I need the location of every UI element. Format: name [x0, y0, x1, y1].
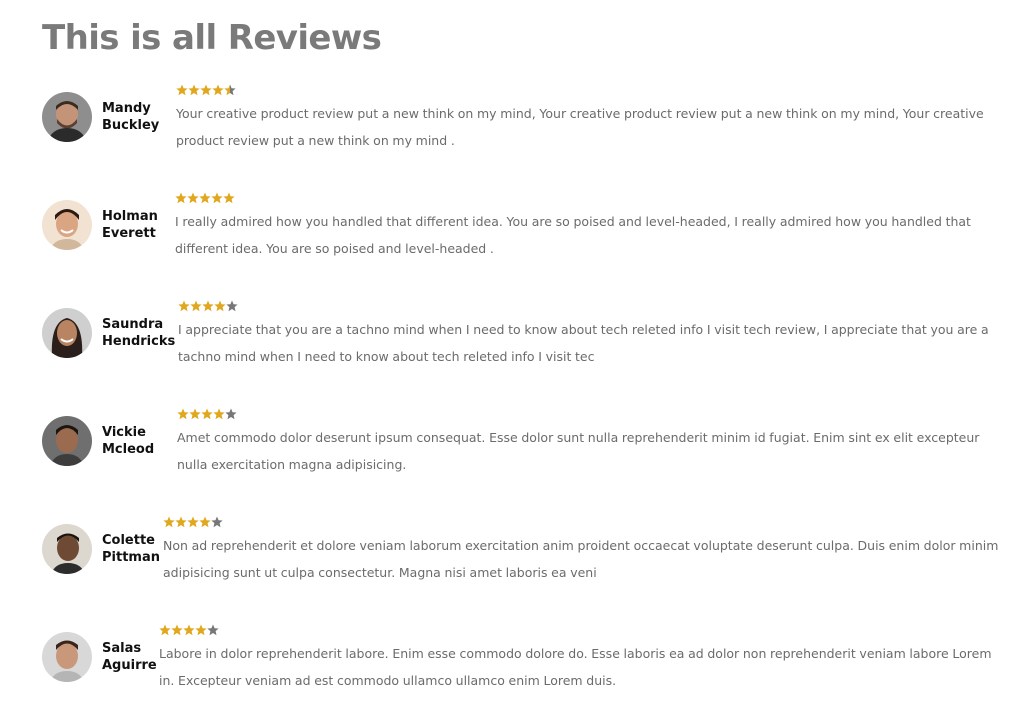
- review-text: Amet commodo dolor deserunt ipsum conseq…: [177, 430, 980, 472]
- star-rating: [175, 192, 235, 204]
- star-filled-icon: [183, 624, 195, 636]
- star-filled-icon: [176, 84, 188, 96]
- star-filled-icon: [187, 192, 199, 204]
- reviewer-name: Holman Everett: [102, 209, 158, 241]
- avatar: [42, 416, 92, 466]
- star-empty-icon: [225, 408, 237, 420]
- star-filled-icon: [212, 84, 224, 96]
- star-filled-icon: [201, 408, 213, 420]
- reviewer-name: Saundra Hendricks: [102, 317, 176, 349]
- star-filled-icon: [175, 516, 187, 528]
- star-empty-icon: [226, 300, 238, 312]
- review-text: Labore in dolor reprehenderit labore. En…: [159, 646, 992, 688]
- star-rating: [159, 624, 219, 636]
- review-text: I really admired how you handled that di…: [175, 214, 971, 256]
- star-rating: [163, 516, 223, 528]
- star-rating: [178, 300, 238, 312]
- star-empty-icon: [211, 516, 223, 528]
- star-filled-icon: [200, 84, 212, 96]
- star-empty-icon: [207, 624, 219, 636]
- reviewer-name: Mandy Buckley: [102, 101, 160, 133]
- star-filled-icon: [178, 300, 190, 312]
- review-item: Salas Aguirre Labore in dolor reprehender…: [42, 624, 1002, 724]
- star-filled-icon: [187, 516, 199, 528]
- avatar: [42, 632, 92, 682]
- star-filled-icon: [195, 624, 207, 636]
- avatar: [42, 524, 92, 574]
- star-half-icon: [224, 84, 236, 96]
- star-filled-icon: [199, 192, 211, 204]
- star-filled-icon: [189, 408, 201, 420]
- review-item: Colette Pittman Non ad reprehenderit et d…: [42, 516, 1002, 616]
- star-filled-icon: [171, 624, 183, 636]
- avatar: [42, 308, 92, 358]
- star-filled-icon: [223, 192, 235, 204]
- review-text: Your creative product review put a new t…: [176, 106, 984, 148]
- reviewer-name: Vickie Mcleod: [102, 425, 155, 457]
- star-filled-icon: [190, 300, 202, 312]
- star-rating: [177, 408, 237, 420]
- star-filled-icon: [159, 624, 171, 636]
- star-filled-icon: [202, 300, 214, 312]
- review-item: Saundra Hendricks I appreciate that you a…: [42, 300, 1002, 400]
- review-item: Holman Everett I really admired how you h…: [42, 192, 1002, 292]
- star-filled-icon: [211, 192, 223, 204]
- star-rating: [176, 84, 236, 96]
- avatar: [42, 200, 92, 250]
- star-filled-icon: [175, 192, 187, 204]
- review-text: I appreciate that you are a tachno mind …: [178, 322, 989, 364]
- star-filled-icon: [188, 84, 200, 96]
- page-title: This is all Reviews: [42, 18, 382, 58]
- star-filled-icon: [177, 408, 189, 420]
- avatar: [42, 92, 92, 142]
- review-item: Mandy Buckley Your creative product revie…: [42, 84, 1002, 184]
- star-filled-icon: [199, 516, 211, 528]
- review-text: Non ad reprehenderit et dolore veniam la…: [163, 538, 999, 580]
- star-filled-icon: [213, 408, 225, 420]
- star-filled-icon: [214, 300, 226, 312]
- review-item: Vickie Mcleod Amet commodo dolor deserunt…: [42, 408, 1002, 508]
- star-filled-icon: [163, 516, 175, 528]
